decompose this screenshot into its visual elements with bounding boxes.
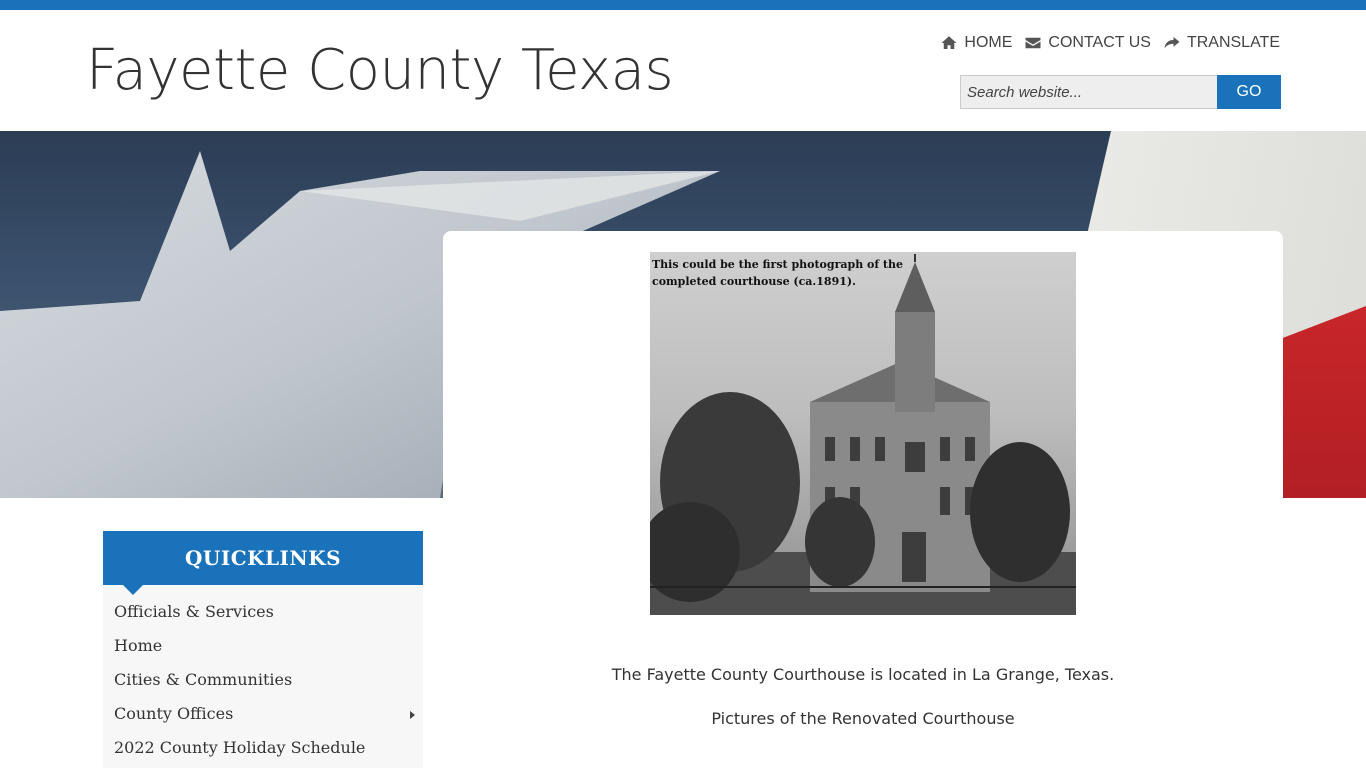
nav-contact-label: CONTACT US bbox=[1048, 34, 1151, 51]
site-header: Fayette County Texas HOME CONTACT US TRA… bbox=[0, 10, 1366, 131]
submenu-arrow-icon bbox=[410, 711, 415, 719]
nav-home-label: HOME bbox=[964, 34, 1013, 51]
home-icon bbox=[941, 36, 957, 49]
site-title[interactable]: Fayette County Texas bbox=[86, 38, 674, 103]
search-form: GO bbox=[960, 75, 1281, 109]
top-navigation: HOME CONTACT US TRANSLATE bbox=[940, 34, 1280, 52]
courthouse-photo: This could be the first photograph of th… bbox=[650, 252, 1076, 615]
quicklink-label: Cities & Communities bbox=[114, 670, 293, 689]
quicklink-label: Officials & Services bbox=[114, 602, 274, 621]
photo-caption: This could be the first photograph of th… bbox=[652, 258, 903, 288]
share-arrow-icon bbox=[1164, 37, 1180, 49]
quicklink-holiday-schedule[interactable]: 2022 County Holiday Schedule bbox=[103, 731, 423, 765]
courthouse-description: The Fayette County Courthouse is located… bbox=[611, 665, 1115, 684]
envelope-icon bbox=[1025, 37, 1041, 49]
nav-translate-link[interactable]: TRANSLATE bbox=[1163, 34, 1280, 52]
top-accent-bar bbox=[0, 0, 1366, 10]
nav-translate-label: TRANSLATE bbox=[1186, 34, 1280, 51]
quicklinks-list: Officials & Services Home Cities & Commu… bbox=[103, 585, 423, 765]
quicklink-label: 2022 County Holiday Schedule bbox=[114, 738, 366, 757]
quicklink-label: Home bbox=[114, 636, 163, 655]
nav-home-link[interactable]: HOME bbox=[940, 34, 1012, 52]
nav-contact-link[interactable]: CONTACT US bbox=[1024, 34, 1151, 52]
quicklink-county-offices[interactable]: County Offices bbox=[103, 697, 423, 731]
quicklink-home[interactable]: Home bbox=[103, 629, 423, 663]
search-input[interactable] bbox=[960, 75, 1217, 109]
courthouse-illustration bbox=[650, 254, 1076, 615]
renovated-courthouse-link[interactable]: Pictures of the Renovated Courthouse bbox=[443, 709, 1283, 728]
search-go-button[interactable]: GO bbox=[1217, 75, 1281, 109]
quicklinks-title: QUICKLINKS bbox=[103, 531, 423, 595]
quicklink-cities-communities[interactable]: Cities & Communities bbox=[103, 663, 423, 697]
quicklink-officials-services[interactable]: Officials & Services bbox=[103, 595, 423, 629]
quicklinks-panel: QUICKLINKS Officials & Services Home Cit… bbox=[103, 531, 423, 768]
quicklink-label: County Offices bbox=[114, 704, 234, 723]
